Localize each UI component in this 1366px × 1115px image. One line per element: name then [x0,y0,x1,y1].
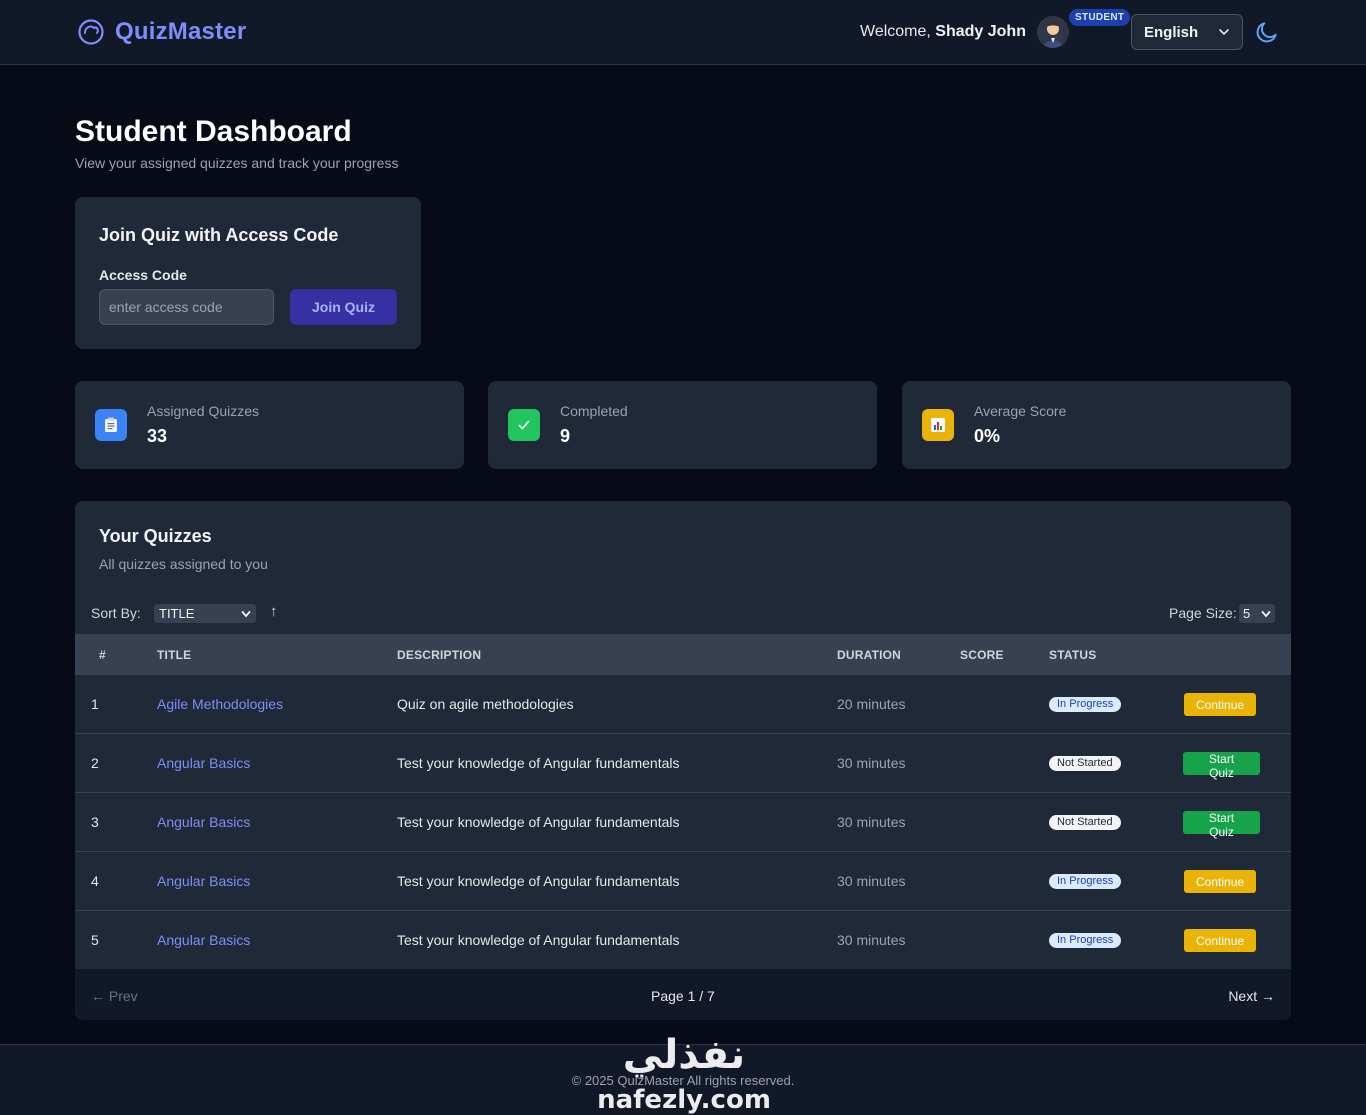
bar-chart-icon [922,409,954,441]
join-quiz-card: Join Quiz with Access Code Access Code J… [75,197,421,349]
quiz-duration: 30 minutes [837,873,906,889]
column-header-status: STATUS [1049,648,1097,662]
table-header: # TITLE DESCRIPTION DURATION SCORE STATU… [75,634,1291,675]
quiz-description: Test your knowledge of Angular fundament… [397,932,680,948]
join-quiz-title: Join Quiz with Access Code [99,225,339,245]
next-page-button[interactable]: Next → [1228,988,1275,1004]
table-row: 4 Angular Basics Test your knowledge of … [75,852,1291,911]
page-size-label: Page Size: [1169,605,1237,621]
column-header-score: SCORE [960,648,1004,662]
quiz-title-link[interactable]: Angular Basics [157,814,250,830]
row-number: 4 [91,873,99,889]
page-size-select[interactable]: 5 [1239,604,1275,623]
prev-page-button[interactable]: ← Prev [91,988,138,1004]
status-badge: Not Started [1049,815,1121,830]
check-icon [508,409,540,441]
brand-name: QuizMaster [115,18,247,45]
column-header-description: DESCRIPTION [397,648,482,662]
status-badge: In Progress [1049,697,1122,712]
quizzes-title: Your Quizzes [99,526,212,546]
quiz-title-link[interactable]: Angular Basics [157,873,250,889]
chevron-down-icon [241,610,251,617]
column-header-duration: DURATION [837,648,902,662]
stat-value: 9 [560,426,571,446]
top-navbar: QuizMaster Welcome, Shady John STUDENT E… [0,0,1366,65]
continue-button[interactable]: Continue [1184,929,1256,952]
stat-label: Assigned Quizzes [147,403,260,419]
page-size-value: 5 [1243,606,1251,621]
stat-label: Completed [560,403,628,419]
table-row: 3 Angular Basics Test your knowledge of … [75,793,1291,852]
quiz-duration: 30 minutes [837,932,906,948]
table-row: 1 Agile Methodologies Quiz on agile meth… [75,675,1291,734]
welcome-prefix: Welcome, [860,23,936,40]
stat-label: Average Score [974,403,1067,419]
sort-by-label: Sort By: [91,605,141,621]
brain-logo-icon [78,19,104,45]
copyright-text: © 2025 QuizMaster All rights reserved. [571,1073,795,1088]
quiz-description: Test your knowledge of Angular fundament… [397,873,680,889]
table-row: 5 Angular Basics Test your knowledge of … [75,911,1291,970]
start-quiz-button[interactable]: Start Quiz [1183,752,1260,780]
language-value: English [1144,23,1199,41]
access-code-label: Access Code [99,267,187,283]
row-number: 5 [91,932,99,948]
quiz-description: Test your knowledge of Angular fundament… [397,814,680,830]
stat-card-average: Average Score 0% [902,381,1291,469]
quiz-title-link[interactable]: Agile Methodologies [157,696,283,712]
chevron-down-icon [1261,610,1271,617]
brand[interactable]: QuizMaster [77,18,246,46]
language-select[interactable]: English [1131,14,1243,50]
status-badge: In Progress [1049,933,1122,948]
pagination: ← Prev Page 1 / 7 Next → [75,969,1291,1020]
quiz-description: Test your knowledge of Angular fundament… [397,755,680,771]
table-row: 2 Angular Basics Test your knowledge of … [75,734,1291,793]
sort-direction-toggle[interactable]: ↑ [270,603,278,620]
quizzes-card: Your Quizzes All quizzes assigned to you… [75,501,1291,1020]
clipboard-icon [95,409,127,441]
join-quiz-button[interactable]: Join Quiz [290,289,397,325]
quiz-duration: 30 minutes [837,814,906,830]
column-header-title: TITLE [157,648,192,662]
column-header-number: # [99,648,106,662]
quiz-title-link[interactable]: Angular Basics [157,932,250,948]
stat-value: 0% [974,426,1001,446]
user-name: Shady John [935,23,1026,40]
chevron-down-icon [1219,29,1229,36]
start-quiz-button[interactable]: Start Quiz [1183,811,1260,839]
quiz-duration: 20 minutes [837,696,906,712]
avatar-image [1037,16,1069,48]
status-badge: In Progress [1049,874,1122,889]
role-badge: STUDENT [1069,9,1131,26]
page-title: Student Dashboard [75,115,352,148]
welcome-text: Welcome, Shady John [860,23,1026,41]
sort-by-value: TITLE [159,606,195,621]
continue-button[interactable]: Continue [1184,693,1256,716]
avatar[interactable] [1037,16,1069,48]
stat-value: 33 [147,426,168,446]
quizzes-subtitle: All quizzes assigned to you [99,556,268,572]
footer: © 2025 QuizMaster All rights reserved. [0,1044,1366,1115]
continue-button[interactable]: Continue [1184,870,1256,893]
page-subtitle: View your assigned quizzes and track you… [75,155,399,171]
row-number: 3 [91,814,99,830]
page-indicator: Page 1 / 7 [651,988,715,1004]
quiz-duration: 30 minutes [837,755,906,771]
quiz-title-link[interactable]: Angular Basics [157,755,250,771]
stat-card-completed: Completed 9 [488,381,877,469]
sort-by-select[interactable]: TITLE [154,604,256,623]
access-code-input[interactable] [99,289,274,325]
status-badge: Not Started [1049,756,1121,771]
quiz-description: Quiz on agile methodologies [397,696,574,712]
row-number: 2 [91,755,99,771]
row-number: 1 [91,696,99,712]
moon-icon[interactable] [1254,19,1280,45]
stat-card-assigned: Assigned Quizzes 33 [75,381,464,469]
